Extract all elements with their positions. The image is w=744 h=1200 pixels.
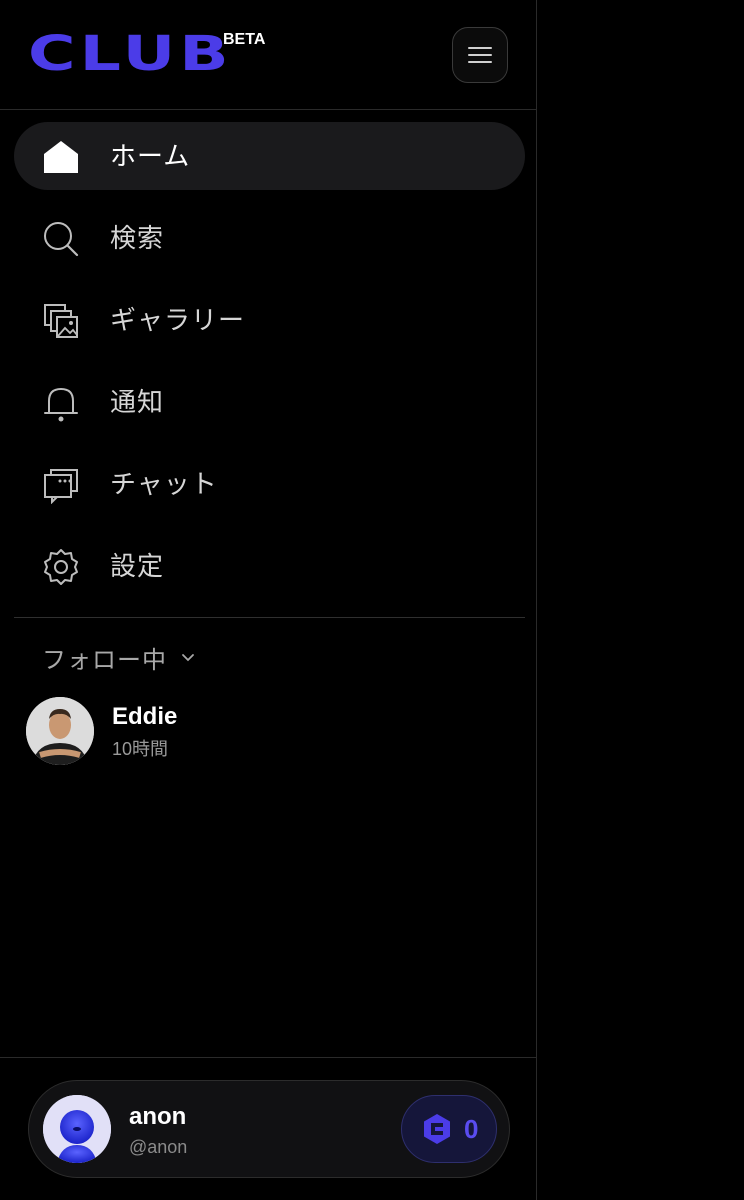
sidebar: CLUB BETA ホーム 検索 ギャラリー 通知 チャット 設定 フォロー中 … — [0, 0, 537, 1200]
account-card[interactable]: anon @anon 0 — [28, 1080, 510, 1178]
user-avatar — [26, 697, 94, 765]
following-toggle[interactable]: フォロー中 — [42, 640, 195, 675]
user-name: Eddie — [112, 703, 178, 730]
nav-item-label: 検索 — [110, 223, 165, 253]
gear-icon — [44, 549, 78, 585]
main-nav: ホーム 検索 ギャラリー 通知 チャット 設定 — [14, 122, 525, 614]
account-name: anon — [129, 1103, 187, 1130]
account-handle: @anon — [129, 1137, 188, 1157]
club-logo[interactable]: CLUB — [28, 30, 233, 78]
menu-button[interactable] — [452, 27, 508, 83]
following-label: フォロー中 — [42, 647, 167, 674]
nav-item-chat[interactable]: チャット — [14, 450, 525, 518]
search-icon — [44, 222, 79, 257]
hamburger-icon — [468, 47, 492, 63]
divider — [0, 1057, 537, 1058]
nav-item-search[interactable]: 検索 — [14, 204, 525, 272]
account-avatar — [43, 1095, 111, 1163]
nav-item-label: 通知 — [110, 387, 165, 417]
nav-item-gallery[interactable]: ギャラリー — [14, 286, 525, 354]
credits-button[interactable]: 0 — [401, 1095, 497, 1163]
nav-item-label: ギャラリー — [110, 305, 246, 335]
beta-badge: BETA — [223, 31, 266, 48]
header: CLUB BETA — [0, 0, 537, 110]
chevron-down-icon — [182, 653, 194, 661]
bell-icon — [44, 388, 78, 422]
divider — [14, 617, 525, 618]
home-icon — [44, 141, 78, 173]
nav-item-settings[interactable]: 設定 — [14, 532, 525, 600]
nav-item-notifications[interactable]: 通知 — [14, 368, 525, 436]
nav-item-label: 設定 — [110, 551, 165, 581]
user-time: 10時間 — [112, 739, 169, 759]
nav-item-label: ホーム — [110, 141, 191, 171]
club-coin-icon — [424, 1114, 450, 1144]
nav-item-home[interactable]: ホーム — [14, 122, 525, 190]
chat-icon — [44, 469, 78, 504]
credits-count: 0 — [464, 1113, 479, 1144]
following-user-item[interactable]: Eddie 10時間 — [26, 697, 506, 767]
nav-item-label: チャット — [110, 469, 218, 499]
gallery-icon — [44, 304, 78, 338]
